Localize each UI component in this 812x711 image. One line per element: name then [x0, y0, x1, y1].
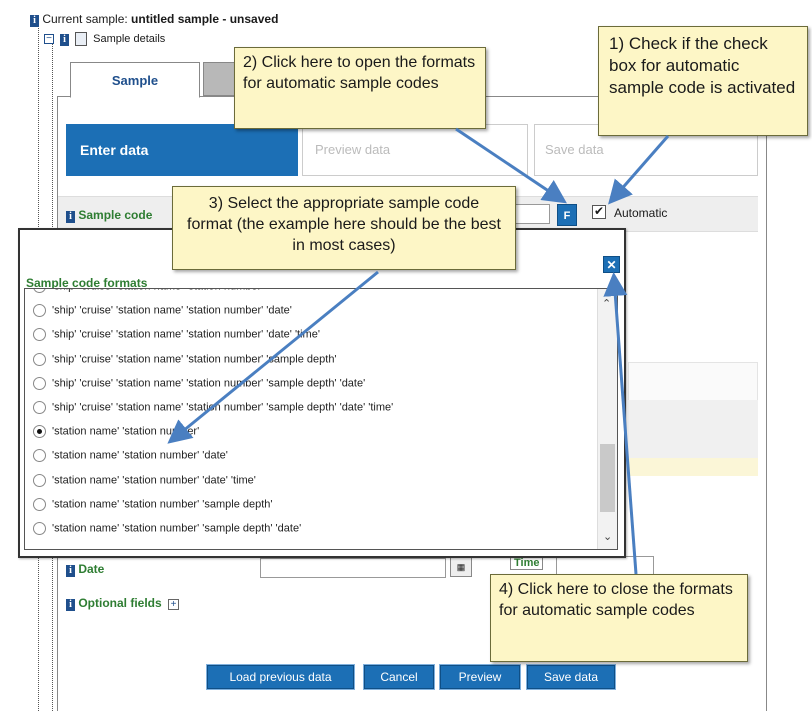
radio-button[interactable]	[33, 473, 46, 487]
current-sample-label: Current sample:	[42, 12, 132, 26]
tab-sample-label: Sample	[111, 73, 159, 88]
format-button[interactable]: F	[557, 204, 577, 226]
info-icon: i	[30, 15, 39, 27]
format-option-label: 'station name' 'station number' 'date'	[52, 449, 228, 462]
radio-button[interactable]	[33, 522, 46, 535]
radio-button[interactable]	[33, 352, 46, 366]
radio-button[interactable]	[33, 449, 46, 463]
format-option[interactable]: 'station name' 'station number' 'sample …	[33, 497, 273, 511]
step-save-label: Save data	[545, 142, 604, 157]
radio-button[interactable]	[33, 304, 46, 318]
callout-step-3: 3) Select the appropriate sample code fo…	[172, 186, 516, 270]
radio-button[interactable]	[33, 376, 46, 390]
info-icon: i	[60, 33, 69, 46]
time-label: Time	[510, 556, 544, 570]
format-option-label: 'ship' 'cruise' 'station name' 'station …	[52, 328, 320, 341]
background-panel	[628, 362, 758, 402]
tab-sample[interactable]: Sample	[70, 62, 200, 98]
step-enter-label: Enter data	[80, 142, 149, 158]
radio-button[interactable]	[33, 401, 46, 414]
info-icon: i	[66, 211, 75, 223]
background-panel	[628, 400, 758, 460]
info-icon: i	[66, 599, 75, 611]
load-previous-data-button[interactable]: Load previous data	[206, 664, 355, 690]
format-option[interactable]: 'ship' 'cruise' 'station name' 'station …	[33, 304, 292, 318]
step-enter-data[interactable]: Enter data	[66, 124, 298, 176]
automatic-checkbox[interactable]: ✔	[592, 205, 606, 219]
radio-button[interactable]	[33, 497, 46, 511]
format-option[interactable]: 'ship' 'cruise' 'station name' 'station …	[33, 352, 337, 366]
preview-button[interactable]: Preview	[439, 664, 521, 690]
format-option[interactable]: 'ship' 'cruise' 'station name' 'station …	[33, 328, 320, 342]
optional-fields[interactable]: i Optional fields +	[66, 596, 180, 611]
format-option-label: 'station name' 'station number'	[52, 425, 200, 438]
format-option-label: 'ship' 'cruise' 'station name' 'station …	[52, 304, 292, 317]
close-icon[interactable]: ✕	[603, 256, 620, 273]
calendar-icon[interactable]: ▦	[450, 557, 472, 577]
format-option-label: 'station name' 'station number' 'date' '…	[52, 474, 256, 486]
radio-button[interactable]	[33, 289, 46, 293]
format-option[interactable]: 'station name' 'station number' 'date' '…	[33, 473, 256, 487]
sample-code-label: i Sample code	[66, 208, 152, 223]
format-option[interactable]: 'ship' 'cruise' 'station name' 'station …	[33, 401, 393, 414]
format-option[interactable]: 'station name' 'station number' 'sample …	[33, 522, 301, 535]
sample-details-label: Sample details	[93, 32, 166, 45]
step-preview-data[interactable]: Preview data	[302, 124, 528, 176]
document-icon	[75, 32, 88, 46]
tree-root: i Current sample: untitled sample - unsa…	[30, 12, 278, 27]
formats-options: 'ship' 'cruise' 'station name' 'station …	[25, 289, 595, 549]
scroll-thumb[interactable]	[600, 444, 615, 512]
callout-step-1: 1) Check if the check box for automatic …	[598, 26, 808, 136]
radio-button[interactable]	[33, 425, 46, 439]
current-sample-value: untitled sample - unsaved	[131, 12, 279, 26]
format-button-label: F	[563, 210, 571, 222]
scrollbar[interactable]: ⌃ ⌄	[597, 289, 617, 549]
date-input[interactable]	[260, 558, 446, 578]
formats-list: 'ship' 'cruise' 'station name' 'station …	[24, 288, 618, 550]
callout-step-2: 2) Click here to open the formats for au…	[234, 47, 486, 129]
collapse-icon[interactable]: −	[44, 34, 54, 44]
sample-details-node[interactable]: i Sample details	[60, 32, 165, 46]
format-option-label: 'ship' 'cruise' 'station name' 'station …	[52, 353, 337, 365]
date-label: i Date	[66, 562, 104, 577]
format-option-label: 'ship' 'cruise' 'station name' 'station …	[52, 401, 394, 414]
format-option[interactable]: 'station name' 'station number'	[33, 425, 200, 439]
format-option-label: 'station name' 'station number' 'sample …	[52, 498, 273, 511]
format-option-label: 'ship' 'cruise' 'station name' 'station …	[52, 377, 366, 390]
format-option[interactable]: 'ship' 'cruise' 'station name' 'station …	[33, 289, 263, 293]
step-preview-label: Preview data	[315, 142, 391, 157]
format-option[interactable]: 'station name' 'station number' 'date'	[33, 449, 228, 463]
cancel-button[interactable]: Cancel	[363, 664, 435, 690]
save-data-button[interactable]: Save data	[526, 664, 616, 690]
background-highlight	[628, 458, 758, 476]
format-option-label: 'ship' 'cruise' 'station name' 'station …	[52, 289, 263, 292]
scroll-down-icon[interactable]: ⌄	[603, 530, 612, 543]
plus-icon[interactable]: +	[168, 599, 180, 610]
radio-button[interactable]	[33, 328, 46, 342]
automatic-label: Automatic	[614, 206, 668, 220]
info-icon: i	[66, 565, 75, 577]
callout-step-4: 4) Click here to close the formats for a…	[490, 574, 748, 662]
time-input[interactable]	[556, 556, 654, 576]
format-option[interactable]: 'ship' 'cruise' 'station name' 'station …	[33, 376, 366, 390]
format-option-label: 'station name' 'station number' 'sample …	[52, 522, 302, 535]
scroll-up-icon[interactable]: ⌃	[602, 297, 611, 310]
